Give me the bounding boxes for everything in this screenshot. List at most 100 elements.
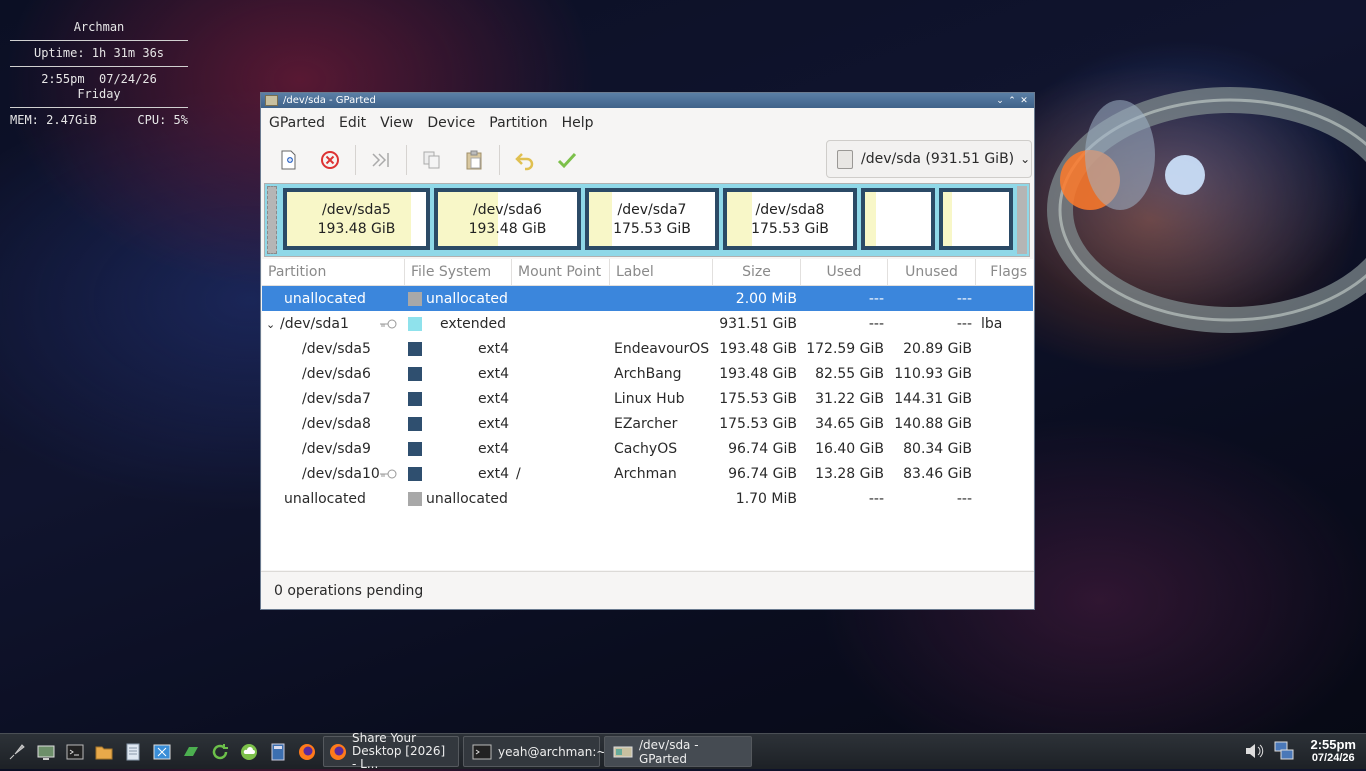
chevron-up-icon[interactable]: ⌃ (1006, 96, 1018, 106)
calculator-icon[interactable] (266, 740, 290, 764)
cell-filesystem: extended (405, 316, 512, 332)
cell-label: CachyOS (614, 440, 678, 457)
update-icon[interactable] (208, 740, 232, 764)
cell-filesystem: ext4 (405, 366, 512, 382)
key-icon (380, 319, 397, 328)
map-partition-name: /dev/sda5 (322, 202, 391, 218)
monitor-icon[interactable] (34, 740, 58, 764)
cell-unused: 140.88 GiB (894, 415, 972, 432)
cell-size: 193.48 GiB (719, 365, 797, 382)
cell-used: --- (868, 315, 884, 332)
col-used[interactable]: Used (801, 259, 888, 285)
menu-view[interactable]: View (380, 115, 413, 131)
cell-partition: /dev/sda7 (302, 390, 371, 407)
close-icon[interactable]: ✕ (1018, 96, 1030, 106)
col-mountpoint[interactable]: Mount Point (512, 259, 610, 285)
fs-color-swatch (408, 491, 422, 506)
expander-chevron-down-icon[interactable]: ⌄ (266, 318, 280, 331)
conky-widget: Archman Uptime: 1h 31m 36s 2:55pm 07/24/… (10, 20, 188, 128)
copy-button[interactable] (415, 143, 449, 177)
col-size[interactable]: Size (713, 259, 801, 285)
table-row[interactable]: /dev/sda7 ext4 Linux Hub 175.53 GiB 31.2… (262, 386, 1033, 411)
copy-icon (423, 151, 440, 169)
map-partition-sda10[interactable] (939, 188, 1013, 250)
cell-unused: --- (956, 490, 972, 507)
x-terminal-icon[interactable] (150, 740, 174, 764)
device-selector[interactable]: /dev/sda (931.51 GiB) ⌄ (826, 140, 1032, 178)
table-row[interactable]: /dev/sda9 ext4 CachyOS 96.74 GiB 16.40 G… (262, 436, 1033, 461)
col-label[interactable]: Label (610, 259, 713, 285)
table-row[interactable]: unallocated unallocated 2.00 MiB --- --- (262, 286, 1033, 311)
menu-gparted[interactable]: GParted (269, 115, 325, 131)
task-firefox[interactable]: Share Your Desktop [2026] - L... (323, 732, 459, 771)
map-partition-sda5[interactable]: /dev/sda5 193.48 GiB (283, 188, 430, 250)
chevron-down-icon[interactable]: ⌄ (994, 96, 1006, 106)
cell-unused: 80.34 GiB (903, 440, 972, 457)
cell-partition: /dev/sda6 (302, 365, 371, 382)
key-icon (380, 469, 397, 478)
window-titlebar[interactable]: /dev/sda - GParted ⌄ ⌃ ✕ (261, 93, 1034, 108)
fs-color-swatch (408, 316, 422, 331)
paste-button[interactable] (457, 143, 491, 177)
undo-button[interactable] (508, 143, 542, 177)
map-partition-size: 175.53 GiB (751, 221, 829, 237)
undo-icon (515, 153, 534, 171)
gparted-window: /dev/sda - GParted ⌄ ⌃ ✕ GParted Edit Vi… (260, 92, 1035, 610)
launcher-rocket-icon[interactable] (5, 740, 29, 764)
resize-move-button[interactable] (364, 143, 398, 177)
text-editor-icon[interactable] (121, 740, 145, 764)
cell-partition-text: /dev/sda1 (280, 315, 349, 332)
table-row[interactable]: unallocated unallocated 1.70 MiB --- --- (262, 486, 1033, 511)
conky-divider (10, 107, 188, 108)
firefox-icon[interactable] (295, 740, 319, 764)
package-manager-icon[interactable] (179, 740, 203, 764)
cell-used: 16.40 GiB (815, 440, 884, 457)
menu-partition[interactable]: Partition (489, 115, 547, 131)
table-row[interactable]: /dev/sda5 ext4 EndeavourOS 193.48 GiB 17… (262, 336, 1033, 361)
toolbar-separator (355, 145, 356, 175)
cell-used: 31.22 GiB (815, 390, 884, 407)
col-partition[interactable]: Partition (262, 259, 405, 285)
map-partition-sda8[interactable]: /dev/sda8 175.53 GiB (723, 188, 857, 250)
col-flags[interactable]: Flags (976, 259, 1033, 285)
col-filesystem[interactable]: File System (405, 259, 512, 285)
table-row[interactable]: /dev/sda10 ext4 / Archman 96.74 GiB 13.2… (262, 461, 1033, 486)
map-partition-sda6[interactable]: /dev/sda6 193.48 GiB (434, 188, 581, 250)
fs-color-swatch (408, 291, 422, 306)
cell-label: Linux Hub (614, 390, 685, 407)
menu-device[interactable]: Device (427, 115, 475, 131)
map-unallocated-start[interactable] (267, 186, 277, 254)
fs-color-swatch (408, 366, 422, 381)
taskbar: Share Your Desktop [2026] - L... yeah@ar… (0, 732, 1366, 771)
cell-filesystem: ext4 (405, 341, 512, 357)
delete-partition-button[interactable] (313, 143, 347, 177)
taskbar-clock[interactable]: 2:55pm 07/24/26 (1310, 738, 1356, 765)
cell-partition: ⌄/dev/sda1 (262, 316, 405, 332)
map-partition-size: 193.48 GiB (317, 221, 396, 237)
conky-cpu: CPU: 5% (137, 113, 188, 127)
cell-label: Archman (614, 465, 677, 482)
cloud-icon[interactable] (237, 740, 261, 764)
menu-edit[interactable]: Edit (339, 115, 366, 131)
cell-used: 82.55 GiB (815, 365, 884, 382)
table-row[interactable]: /dev/sda8 ext4 EZarcher 175.53 GiB 34.65… (262, 411, 1033, 436)
volume-icon[interactable] (1242, 739, 1266, 763)
map-partition-sda9[interactable] (861, 188, 935, 250)
task-gparted[interactable]: /dev/sda - GParted (604, 736, 752, 767)
new-partition-button[interactable] (271, 143, 305, 177)
network-icon[interactable] (1272, 739, 1296, 763)
task-terminal[interactable]: yeah@archman:~ (463, 736, 606, 767)
col-unused[interactable]: Unused (888, 259, 976, 285)
map-partition-name: /dev/sda8 (755, 202, 825, 218)
map-partition-sda7[interactable]: /dev/sda7 175.53 GiB (585, 188, 719, 250)
table-row[interactable]: /dev/sda6 ext4 ArchBang 193.48 GiB 82.55… (262, 361, 1033, 386)
map-unallocated-end[interactable] (1017, 186, 1027, 254)
cell-size: 193.48 GiB (719, 340, 797, 357)
menu-help[interactable]: Help (562, 115, 594, 131)
terminal-icon[interactable] (63, 740, 87, 764)
cell-flags: lba (981, 315, 1003, 332)
cell-size: 1.70 MiB (735, 490, 797, 507)
file-manager-icon[interactable] (92, 740, 116, 764)
apply-button[interactable] (550, 143, 584, 177)
table-row[interactable]: ⌄/dev/sda1 extended 931.51 GiB --- --- l… (262, 311, 1033, 336)
